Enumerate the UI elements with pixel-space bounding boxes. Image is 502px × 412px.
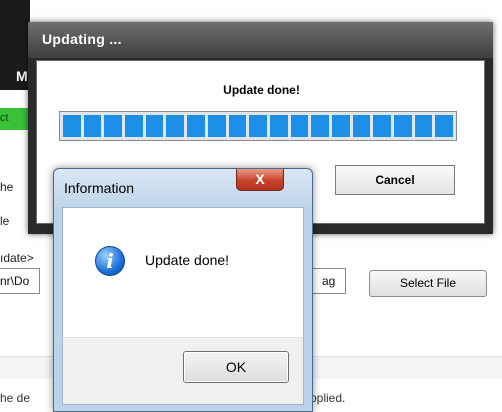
progress-segment — [373, 115, 391, 137]
information-footer: OK — [62, 337, 304, 405]
close-icon: X — [255, 171, 265, 187]
footer-text-left: he de — [0, 391, 31, 405]
information-message: Update done! — [145, 252, 230, 268]
information-titlebar[interactable]: Information X — [54, 169, 312, 207]
progress-segment — [125, 115, 143, 137]
progress-segment — [435, 115, 454, 137]
progress-segment — [290, 115, 309, 137]
update-path-field[interactable]: nr\Do — [0, 268, 40, 294]
progress-segment — [187, 115, 205, 137]
information-body: i Update done! — [62, 207, 304, 337]
progress-segment — [414, 115, 433, 137]
progress-segment — [249, 115, 267, 137]
updating-title: Updating ... — [42, 31, 122, 47]
background-text-2: le — [0, 214, 10, 228]
progress-segment — [166, 115, 185, 137]
information-dialog: Information X i Update done! OK — [53, 168, 313, 412]
update-path-label: ıdate> — [0, 251, 34, 265]
select-file-button[interactable]: Select File — [369, 270, 487, 297]
progress-segment — [394, 115, 412, 137]
progress-segment — [269, 115, 288, 137]
close-button[interactable]: X — [236, 169, 284, 191]
app-header-label: M — [16, 68, 28, 84]
updating-titlebar[interactable]: Updating ... — [28, 22, 493, 58]
progress-segment — [311, 115, 329, 137]
progress-segment — [207, 115, 226, 137]
background-text-1: he — [0, 180, 14, 194]
status-tab-label: ct — [0, 112, 9, 124]
progress-segment — [331, 115, 350, 137]
update-status-label: Update done! — [223, 83, 300, 97]
progress-segment — [145, 115, 164, 137]
progress-segment — [63, 115, 81, 137]
information-title: Information — [64, 180, 135, 196]
cancel-button[interactable]: Cancel — [335, 165, 455, 195]
footer-text-right: pplied. — [310, 391, 346, 405]
progress-segment — [104, 115, 123, 137]
update-progress-bar — [59, 111, 457, 141]
progress-segment — [352, 115, 371, 137]
progress-segment — [83, 115, 102, 137]
progress-segment — [228, 115, 247, 137]
ok-button[interactable]: OK — [183, 351, 289, 383]
information-icon: i — [95, 246, 125, 276]
